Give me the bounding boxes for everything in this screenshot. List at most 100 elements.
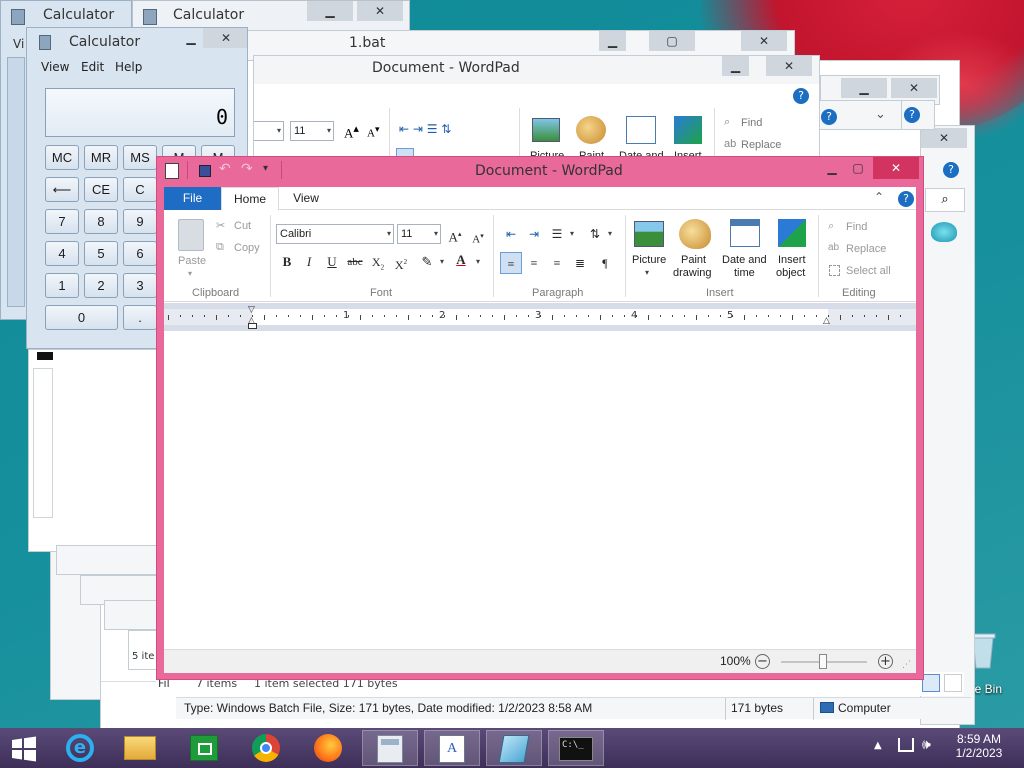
- taskbar-notepad[interactable]: [486, 730, 542, 766]
- c-button[interactable]: C: [123, 177, 157, 202]
- line-spacing-dropdown-icon[interactable]: ▾: [608, 229, 612, 238]
- wordpad-app-icon[interactable]: [165, 163, 179, 179]
- tab-file[interactable]: File: [164, 187, 221, 210]
- key-8[interactable]: 8: [84, 209, 118, 234]
- taskbar-calculator[interactable]: [362, 730, 418, 766]
- minimize-button[interactable]: ▁: [307, 1, 353, 21]
- key-1[interactable]: 1: [45, 273, 79, 298]
- strikethrough-icon[interactable]: abc: [344, 251, 366, 273]
- mr-button[interactable]: MR: [84, 145, 118, 170]
- underline-icon[interactable]: U: [321, 251, 343, 273]
- paint-icon[interactable]: [576, 116, 606, 144]
- menu-edit[interactable]: Edit: [81, 60, 104, 74]
- paste-dropdown-icon[interactable]: ▾: [188, 269, 192, 278]
- taskbar-command-prompt[interactable]: C:\_: [548, 730, 604, 766]
- key-4[interactable]: 4: [45, 241, 79, 266]
- network-icon[interactable]: [898, 738, 914, 752]
- paste-label[interactable]: Paste: [178, 255, 206, 267]
- undo-icon[interactable]: ↶: [219, 161, 231, 177]
- mc-button[interactable]: MC: [45, 145, 79, 170]
- notepad-edit-area[interactable]: [28, 349, 158, 552]
- indent-icons[interactable]: ⇤ ⇥ ☰ ⇅: [399, 122, 451, 136]
- highlight-dropdown-icon[interactable]: ▾: [440, 257, 444, 266]
- backspace-button[interactable]: ⟵: [45, 177, 79, 202]
- font-color-icon[interactable]: A: [450, 249, 472, 271]
- replace-label[interactable]: Replace: [741, 139, 781, 151]
- insert-object-icon[interactable]: [674, 116, 702, 144]
- resize-grip-icon[interactable]: ⋰: [902, 660, 911, 670]
- replace-label[interactable]: Replace: [846, 243, 886, 255]
- minimize-button[interactable]: ▁: [722, 56, 749, 76]
- help-icon[interactable]: ?: [943, 162, 959, 178]
- key-5[interactable]: 5: [84, 241, 118, 266]
- subscript-icon[interactable]: X2: [367, 251, 389, 273]
- clock[interactable]: 8:59 AM 1/2/2023: [944, 732, 1014, 760]
- ms-button[interactable]: MS: [123, 145, 157, 170]
- help-icon[interactable]: ?: [904, 107, 920, 123]
- redo-icon[interactable]: ↷: [241, 161, 253, 177]
- right-indent-marker[interactable]: △: [823, 316, 830, 326]
- close-button[interactable]: ✕: [766, 56, 812, 76]
- font-size-combo-back[interactable]: 11 ▾: [290, 121, 334, 141]
- shrink-font-icon[interactable]: A▾: [467, 225, 489, 247]
- close-button[interactable]: ✕: [203, 28, 247, 48]
- minimize-button[interactable]: ▁: [819, 157, 845, 179]
- insert-object-label-2[interactable]: object: [776, 267, 805, 279]
- key-3[interactable]: 3: [123, 273, 157, 298]
- start-button[interactable]: [0, 730, 50, 766]
- taskbar-chrome[interactable]: [238, 730, 294, 766]
- key-9[interactable]: 9: [123, 209, 157, 234]
- quick-access-dropdown-icon[interactable]: ▾: [263, 163, 268, 174]
- taskbar-firefox[interactable]: [300, 730, 356, 766]
- picture-icon[interactable]: [532, 118, 560, 142]
- grow-font-icon[interactable]: A▴: [344, 122, 359, 141]
- superscript-icon[interactable]: X2: [390, 251, 412, 273]
- date-time-icon[interactable]: [730, 219, 760, 247]
- taskbar-internet-explorer[interactable]: e: [52, 730, 108, 766]
- zoom-out-button[interactable]: −: [755, 654, 770, 669]
- help-icon[interactable]: ?: [793, 88, 809, 104]
- explorer-window-edge[interactable]: ✕ ? ⌕: [920, 125, 975, 725]
- decrease-indent-icon[interactable]: ⇤: [500, 223, 522, 245]
- taskbar-store[interactable]: [176, 730, 232, 766]
- menu-help[interactable]: Help: [115, 60, 142, 74]
- find-label[interactable]: Find: [846, 221, 867, 233]
- increase-indent-icon[interactable]: ⇥: [523, 223, 545, 245]
- picture-dropdown-icon[interactable]: ▾: [645, 268, 649, 277]
- grow-font-icon[interactable]: A▴: [444, 223, 466, 245]
- taskbar-wordpad[interactable]: A: [424, 730, 480, 766]
- highlight-icon[interactable]: ✎: [416, 251, 438, 273]
- cut-label[interactable]: Cut: [234, 220, 251, 232]
- insert-object-icon[interactable]: [778, 219, 806, 247]
- key-decimal[interactable]: .: [123, 305, 157, 330]
- paragraph-icon[interactable]: ¶: [594, 252, 616, 274]
- shrink-font-icon[interactable]: A▾: [367, 124, 380, 140]
- help-icon[interactable]: ?: [898, 191, 914, 207]
- align-center-icon[interactable]: ≡: [523, 252, 545, 274]
- chevron-down-icon[interactable]: ⌄: [875, 107, 886, 122]
- italic-icon[interactable]: I: [298, 251, 320, 273]
- minimize-button[interactable]: ▁: [177, 28, 205, 48]
- menu-view[interactable]: View: [41, 60, 69, 74]
- key-6[interactable]: 6: [123, 241, 157, 266]
- paint-drawing-icon[interactable]: [679, 219, 711, 249]
- bullet-list-icon[interactable]: ☰: [546, 223, 568, 245]
- line-spacing-icon[interactable]: ⇅: [584, 223, 606, 245]
- show-hidden-icons[interactable]: ▲: [874, 740, 882, 751]
- paint-label-1[interactable]: Paint: [681, 254, 706, 266]
- zoom-slider-thumb[interactable]: [819, 654, 827, 669]
- ce-button[interactable]: CE: [84, 177, 118, 202]
- minimize-button[interactable]: ▁: [599, 31, 626, 51]
- search-icon[interactable]: ⌕: [925, 188, 965, 212]
- picture-label[interactable]: Picture: [632, 254, 666, 266]
- font-combo-back[interactable]: ▾: [254, 121, 284, 141]
- menu-view[interactable]: Vi: [13, 37, 24, 51]
- copy-label[interactable]: Copy: [234, 242, 260, 254]
- left-indent-marker[interactable]: [248, 323, 257, 329]
- select-all-label[interactable]: Select all: [846, 265, 891, 277]
- tiles-view-icon[interactable]: [944, 674, 962, 692]
- tab-home[interactable]: Home: [221, 187, 279, 211]
- picture-icon[interactable]: [634, 221, 664, 247]
- font-family-combo[interactable]: Calibri ▾: [276, 224, 394, 244]
- key-2[interactable]: 2: [84, 273, 118, 298]
